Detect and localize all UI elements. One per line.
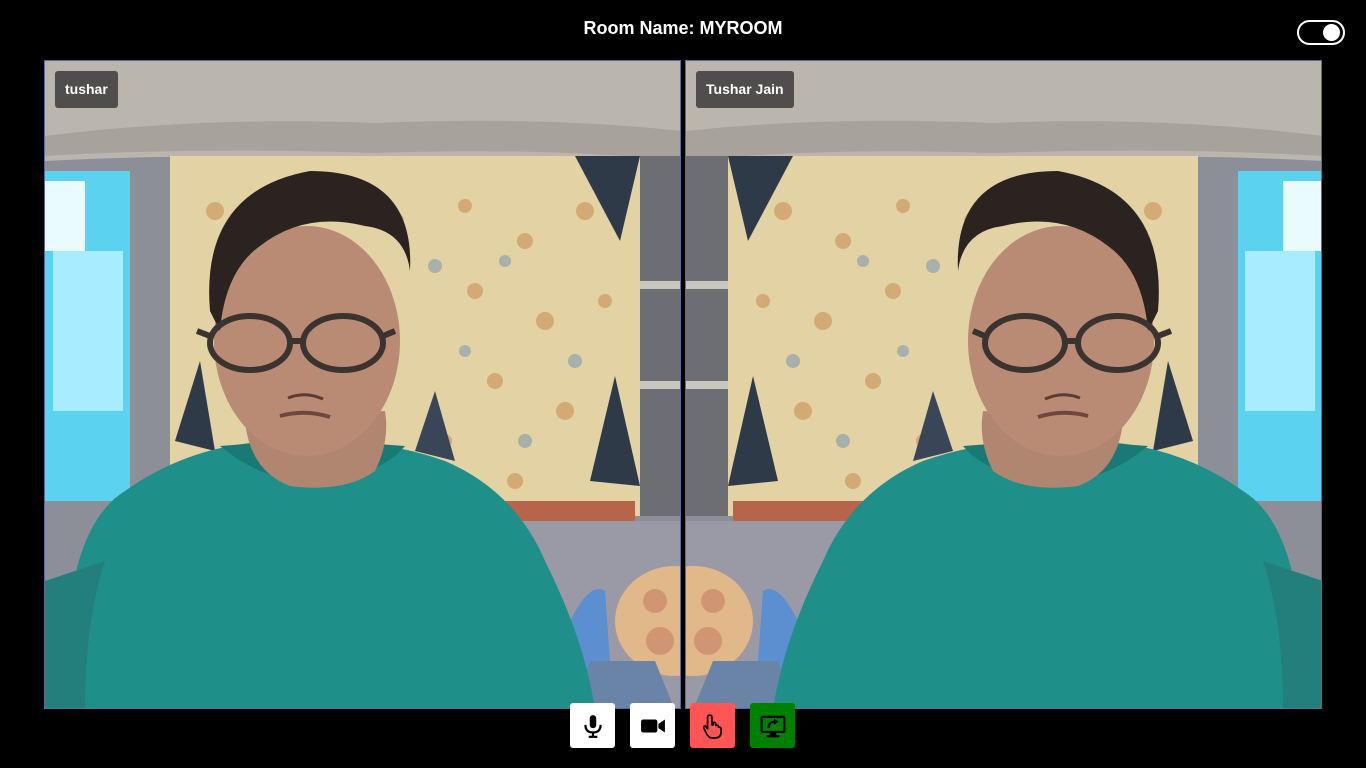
screen-share-icon [760,713,786,739]
microphone-button[interactable] [570,703,615,748]
video-feed [45,61,681,709]
hand-pointer-icon [700,713,726,739]
video-feed [686,61,1322,709]
video-tile-local[interactable]: tushar [44,60,681,709]
room-title: Room Name: MYROOM [583,18,783,38]
raise-hand-button[interactable] [690,703,735,748]
participant-name-tag: Tushar Jain [696,71,794,108]
video-tile-remote[interactable]: Tushar Jain [685,60,1322,709]
microphone-icon [580,713,606,739]
toggle-knob [1323,24,1340,41]
theme-toggle[interactable] [1297,20,1345,45]
video-camera-icon [640,713,666,739]
share-screen-button[interactable] [750,703,795,748]
call-controls-bar [0,703,1366,749]
participant-name-tag: tushar [55,71,118,108]
camera-button[interactable] [630,703,675,748]
